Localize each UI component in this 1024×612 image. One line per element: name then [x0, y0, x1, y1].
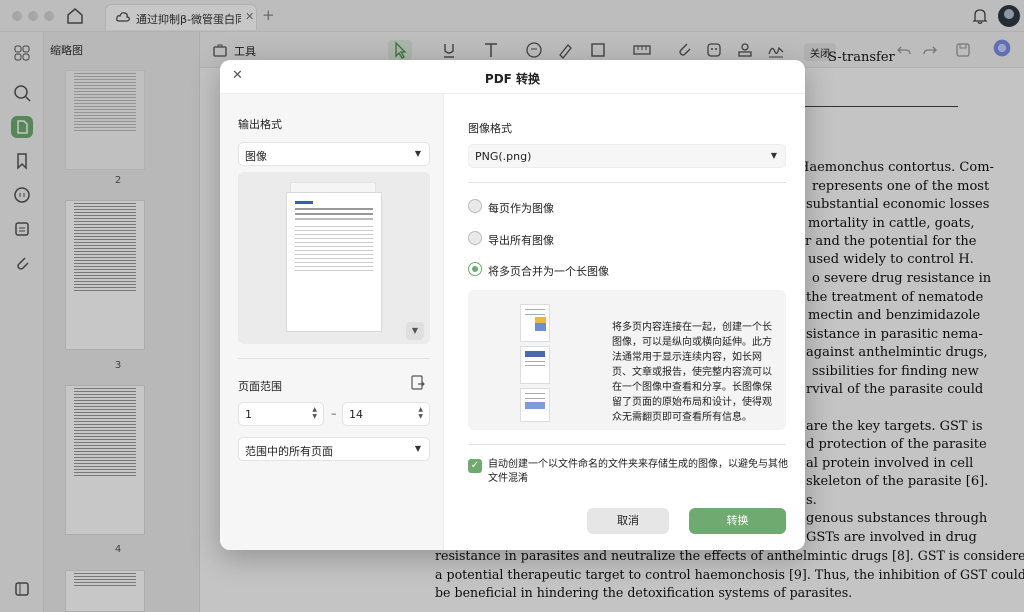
page-to-stepper[interactable]: 14 ▲ ▼ — [342, 402, 430, 426]
long-image-illustration — [520, 388, 550, 422]
divider — [468, 182, 786, 183]
radio-each-page[interactable] — [468, 199, 482, 213]
output-format-select[interactable]: 图像 ▼ — [238, 142, 430, 166]
image-format-label: 图像格式 — [468, 122, 512, 135]
pdf-convert-dialog: ✕ PDF 转换 输出格式 图像 ▼ ▼ 页面范围 1 ▲ ▼ – 14 ▲ ▼… — [220, 60, 805, 550]
page-from-value: 1 — [245, 408, 252, 421]
page-from-stepper[interactable]: 1 ▲ ▼ — [238, 402, 324, 426]
auto-folder-label[interactable]: 自动创建一个以文件命名的文件夹来存储生成的图像，以避免与其他文件混淆 — [488, 458, 788, 486]
chevron-down-icon[interactable]: ▼ — [406, 322, 424, 340]
output-format-label: 输出格式 — [238, 118, 282, 131]
page-to-value: 14 — [349, 408, 363, 421]
long-image-illustration — [520, 304, 550, 342]
radio-export-images-label[interactable]: 导出所有图像 — [488, 232, 554, 248]
preview-page-front — [286, 192, 382, 332]
chevron-down-icon: ▼ — [414, 149, 421, 158]
radio-merge-long-image[interactable] — [468, 262, 482, 276]
page-range-label: 页面范围 — [238, 380, 282, 393]
radio-merge-long-image-label[interactable]: 将多页合并为一个长图像 — [488, 263, 609, 279]
divider — [238, 358, 430, 359]
dialog-title: PDF 转换 — [484, 72, 541, 86]
stepper-arrows-icon[interactable]: ▲ ▼ — [312, 406, 317, 420]
divider — [468, 444, 786, 445]
chevron-down-icon: ▼ — [770, 151, 777, 160]
radio-each-page-label[interactable]: 每页作为图像 — [488, 200, 554, 216]
format-preview — [238, 172, 430, 344]
radio-export-images[interactable] — [468, 231, 482, 245]
image-format-value: PNG(.png) — [475, 150, 532, 163]
auto-folder-checkbox[interactable]: ✓ — [468, 459, 482, 473]
dialog-header: ✕ PDF 转换 — [220, 60, 805, 94]
long-image-illustration — [520, 346, 550, 384]
description-box: 将多页内容连接在一起，创建一个长图像，可以是纵向或横向延伸。此方法通常用于显示连… — [468, 290, 786, 430]
page-range-value: 范围中的所有页面 — [245, 445, 333, 458]
image-format-select[interactable]: PNG(.png) ▼ — [468, 144, 786, 168]
range-dash: – — [331, 407, 337, 420]
page-range-select[interactable]: 范围中的所有页面 ▼ — [238, 437, 430, 461]
merge-description: 将多页内容连接在一起，创建一个长图像，可以是纵向或横向延伸。此方法通常用于显示连… — [612, 322, 772, 423]
stepper-arrows-icon[interactable]: ▲ ▼ — [418, 406, 423, 420]
convert-button[interactable]: 转换 — [689, 508, 786, 534]
chevron-down-icon: ▼ — [414, 444, 421, 453]
cancel-button[interactable]: 取消 — [587, 508, 669, 534]
page-range-icon[interactable] — [410, 374, 426, 392]
output-format-value: 图像 — [245, 150, 267, 163]
